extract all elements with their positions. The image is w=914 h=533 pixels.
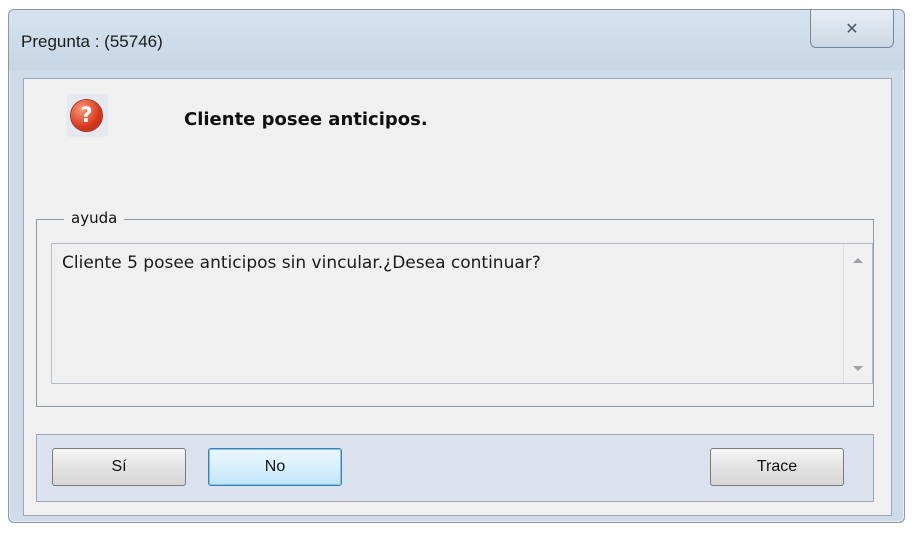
- help-text: Cliente 5 posee anticipos sin vincular.¿…: [62, 253, 541, 273]
- title-bar[interactable]: Pregunta : (55746) ✕: [9, 10, 904, 70]
- scroll-up-icon[interactable]: [853, 258, 863, 263]
- scroll-down-icon[interactable]: [853, 366, 863, 371]
- help-group: ayuda Cliente 5 posee anticipos sin vinc…: [36, 209, 874, 407]
- dialog-content: ? Cliente posee anticipos. ayuda Cliente…: [23, 78, 892, 516]
- close-icon: ✕: [845, 19, 859, 38]
- vertical-scrollbar[interactable]: [843, 244, 872, 383]
- help-legend: ayuda: [64, 209, 125, 227]
- button-bar: Sí No Trace: [36, 434, 874, 502]
- window-title: Pregunta : (55746): [21, 32, 163, 51]
- close-button[interactable]: ✕: [810, 10, 894, 48]
- yes-button[interactable]: Sí: [52, 448, 186, 486]
- no-button[interactable]: No: [208, 448, 342, 486]
- trace-button[interactable]: Trace: [710, 448, 844, 486]
- question-dialog: Pregunta : (55746) ✕ ? Cliente posee ant…: [8, 9, 905, 523]
- question-mark: ?: [71, 100, 102, 131]
- help-textarea[interactable]: Cliente 5 posee anticipos sin vincular.¿…: [51, 243, 873, 384]
- message-headline: Cliente posee anticipos.: [184, 109, 428, 130]
- question-icon: ?: [67, 94, 108, 137]
